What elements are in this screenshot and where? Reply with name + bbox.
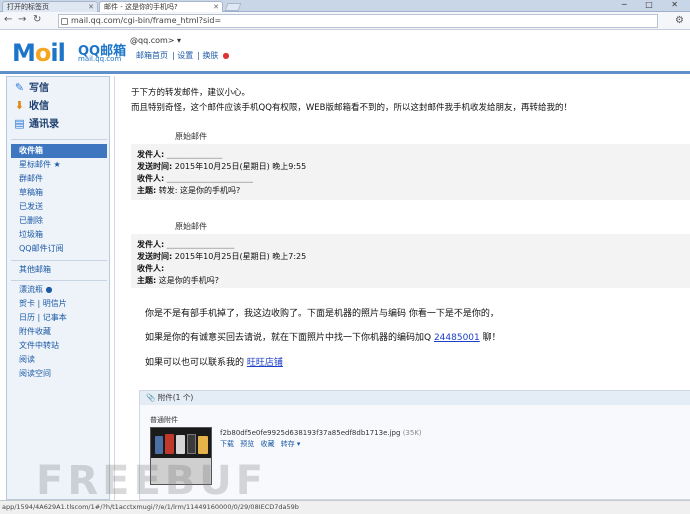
link-settings[interactable]: 设置	[177, 51, 193, 60]
wrench-icon[interactable]: ⚙	[675, 15, 684, 26]
subject-row: 主题: 转发: 这是你的手机吗?	[137, 186, 241, 195]
forward-icon[interactable]: →	[18, 14, 26, 26]
sidebar-item-subscriptions[interactable]: QQ邮件订阅	[11, 242, 107, 256]
sidebar: ✎ 写信 ⬇ 收信 ▤ 通讯录 收件箱 星标邮件 ★ 群邮件 草稿箱 已发送 已…	[6, 76, 110, 500]
forward-block-1: 发件人: ▁▁▁▁▁▁▁▁▁ 发送时间: 2015年10月25日(星期日) 晚上…	[131, 144, 690, 200]
link-skin[interactable]: 换肤	[203, 51, 219, 60]
user-email[interactable]: @qq.com> ▾	[130, 36, 181, 45]
contacts-button[interactable]: ▤ 通讯录	[13, 117, 59, 132]
sidebar-item-other-mailbox[interactable]: 其他邮箱	[11, 263, 107, 277]
sidebar-item-group[interactable]: 群邮件	[11, 172, 107, 186]
divider	[11, 260, 107, 261]
sidebar-item-drift-bottle[interactable]: 漂流瓶 ●	[11, 283, 107, 297]
sender-row: 发件人: ▁▁▁▁▁▁▁▁▁▁▁	[137, 240, 235, 249]
sidebar-item-deleted[interactable]: 已删除	[11, 214, 107, 228]
address-bar: ← → ↻ mail.qq.com/cgi-bin/frame_html?sid…	[0, 12, 690, 30]
sidebar-item-file-transfer[interactable]: 文件中转站	[11, 339, 107, 353]
download-link[interactable]: 下载	[220, 440, 234, 448]
recipient-row: 收件人:	[137, 264, 165, 273]
logo[interactable]: Moil	[12, 39, 66, 67]
back-icon[interactable]: ←	[4, 14, 12, 26]
page-icon	[61, 18, 68, 25]
sender-row: 发件人: ▁▁▁▁▁▁▁▁▁	[137, 150, 223, 159]
time-row: 发送时间: 2015年10月25日(星期日) 晚上7:25	[137, 252, 307, 261]
forward-label-2: 原始邮件	[175, 222, 207, 231]
preview-link[interactable]: 预览	[240, 440, 254, 448]
browser-tab-bar: 打开的标签页 ✕ 邮件 - 这是你的手机吗? ✕ ─ □ ✕	[0, 0, 690, 12]
intro-line-2: 而且特别奇怪，这个邮件应该手机QQ有权限，WEB版邮箱看不到的，所以这封邮件我手…	[131, 103, 572, 113]
sidebar-item-attachments[interactable]: 附件收藏	[11, 325, 107, 339]
sidebar-item-spam[interactable]: 垃圾箱	[11, 228, 107, 242]
status-bar: app/1594/4A629A1.tlscom/1#/?h/t1acctxmug…	[0, 500, 690, 514]
subject-row: 主题: 这是你的手机吗?	[137, 276, 219, 285]
attachment-actions: 下载 预览 收藏 转存 ▾	[220, 439, 304, 449]
time-row: 发送时间: 2015年10月25日(星期日) 晚上9:55	[137, 162, 307, 171]
reload-icon[interactable]: ↻	[33, 14, 41, 26]
sidebar-item-sent[interactable]: 已发送	[11, 200, 107, 214]
link-home[interactable]: 邮箱首页	[136, 51, 168, 60]
qq-number-link[interactable]: 24485001	[434, 333, 480, 343]
sidebar-item-drafts[interactable]: 草稿箱	[11, 186, 107, 200]
paperclip-icon: 📎	[146, 393, 156, 402]
divider	[11, 280, 107, 281]
recipient-row: 收件人: ▁▁▁▁▁▁▁▁▁▁▁▁▁▁	[137, 174, 253, 183]
body-line-2: 如果是你的有诚意买回去请说，就在下面照片中找一下你机器的编码加Q 2448500…	[145, 333, 501, 343]
contacts-icon: ▤	[14, 117, 25, 130]
tab-label: 邮件 - 这是你的手机吗?	[104, 3, 178, 11]
sidebar-item-calendar[interactable]: 日历 | 记事本	[11, 311, 107, 325]
status-text: app/1594/4A629A1.tlscom/1#/?h/t1acctxmug…	[2, 503, 299, 511]
user-links: 邮箱首页 | 设置 | 换肤 ●	[136, 51, 230, 60]
url-input[interactable]: mail.qq.com/cgi-bin/frame_html?sid=	[58, 14, 658, 28]
forward-block-2: 发件人: ▁▁▁▁▁▁▁▁▁▁▁ 发送时间: 2015年10月25日(星期日) …	[131, 234, 690, 288]
intro-line-1: 于下方的转发邮件，建议小心。	[131, 88, 251, 98]
sidebar-item-reading[interactable]: 阅读	[11, 353, 107, 367]
body-line-1: 你是不是有部手机掉了，我这边收购了。下面是机器的照片与编码 你看一下是不是你的，	[145, 309, 499, 319]
chevron-down-icon[interactable]: ▾	[177, 36, 181, 45]
pencil-icon: ✎	[14, 81, 25, 94]
inbox-icon: ⬇	[14, 99, 25, 112]
window-controls[interactable]: ─ □ ✕	[622, 0, 686, 9]
browser-tab-2[interactable]: 邮件 - 这是你的手机吗? ✕	[99, 1, 223, 12]
forward-label-1: 原始邮件	[175, 132, 207, 141]
new-tab-button[interactable]	[224, 3, 242, 11]
sidebar-item-cards[interactable]: 贺卡 | 明信片	[11, 297, 107, 311]
divider	[11, 139, 107, 140]
logo-text: Moil	[12, 39, 66, 67]
close-icon[interactable]: ✕	[213, 2, 219, 12]
sidebar-item-inbox[interactable]: 收件箱	[11, 144, 107, 158]
compose-button[interactable]: ✎ 写信	[13, 81, 49, 96]
mail-header: Moil QQ邮箱 mail.qq.com @qq.com> ▾ 邮箱首页 | 设…	[0, 31, 690, 71]
sidebar-item-starred[interactable]: 星标邮件 ★	[11, 158, 107, 172]
browser-tab-1[interactable]: 打开的标签页 ✕	[2, 1, 98, 12]
sidebar-item-reading-space[interactable]: 阅读空间	[11, 367, 107, 381]
save-to-link[interactable]: 转存 ▾	[281, 440, 301, 448]
close-icon[interactable]: ✕	[88, 2, 94, 12]
receive-button[interactable]: ⬇ 收信	[13, 99, 49, 114]
tab-label: 打开的标签页	[7, 3, 49, 11]
body-line-3: 如果可以也可以联系我的 旺旺店铺	[145, 358, 283, 368]
header-divider	[0, 71, 690, 74]
favorite-link[interactable]: 收藏	[260, 440, 274, 448]
shop-link[interactable]: 旺旺店铺	[247, 358, 283, 368]
mail-content: 于下方的转发邮件，建议小心。 而且特别奇怪，这个邮件应该手机QQ有权限，WEB版…	[114, 76, 690, 500]
watermark: FREEBUF	[36, 458, 268, 504]
attachment-filename: f2b80df5e0fe9925d638193f37a85edf8db1713e…	[220, 429, 422, 437]
attachment-header: 📎 附件(1 个)	[140, 391, 690, 405]
attachment-section-title: 普通附件	[150, 416, 178, 424]
logo-url: mail.qq.com	[78, 55, 122, 63]
